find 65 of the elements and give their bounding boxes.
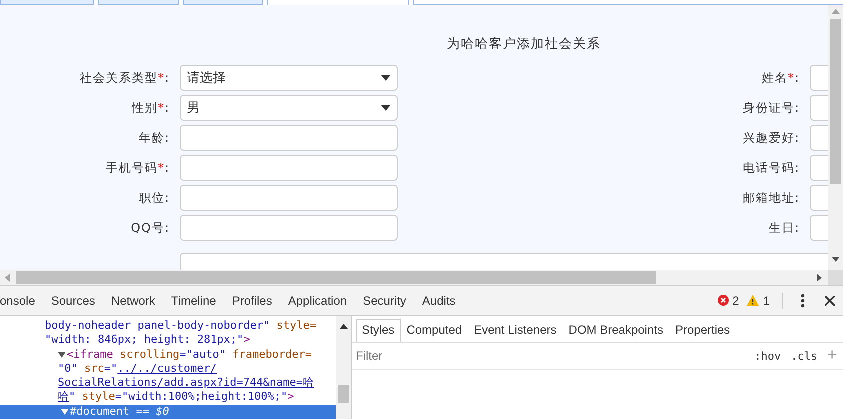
input-field[interactable] bbox=[180, 185, 398, 211]
code-line: <iframe scrolling="auto" frameborder= bbox=[67, 348, 312, 362]
tab[interactable] bbox=[183, 0, 263, 5]
devtools-tab[interactable]: Network bbox=[103, 286, 164, 314]
field-label: 生日: bbox=[768, 220, 800, 237]
input-field[interactable] bbox=[180, 155, 398, 181]
warning-icon bbox=[747, 295, 760, 306]
close-icon[interactable] bbox=[825, 296, 835, 306]
scrollbar-corner bbox=[828, 270, 843, 285]
field-label: 邮箱地址: bbox=[742, 190, 800, 207]
styles-tab[interactable]: Computed bbox=[400, 319, 468, 342]
field-label: 姓名*: bbox=[762, 70, 800, 87]
hov-toggle[interactable]: :hov bbox=[754, 350, 782, 362]
code-line: body-noheader panel-body-noborder" style= bbox=[45, 319, 317, 334]
devtools-tab[interactable]: Timeline bbox=[163, 286, 224, 314]
styles-tab[interactable]: Event Listeners bbox=[468, 319, 563, 342]
tab[interactable] bbox=[98, 0, 179, 5]
styles-tab[interactable]: Properties bbox=[669, 319, 736, 342]
scroll-left-arrow-icon[interactable] bbox=[5, 274, 10, 282]
caret-icon bbox=[381, 75, 391, 81]
scrollbar-thumb[interactable] bbox=[16, 271, 656, 284]
field-label: 身份证号: bbox=[742, 100, 800, 117]
code-line: SocialRelations/add.aspx?id=744&name=哈 bbox=[58, 376, 314, 390]
warning-count: 1 bbox=[763, 294, 770, 308]
field-label: 社会关系类型*: bbox=[80, 70, 170, 87]
caret-icon bbox=[381, 105, 391, 111]
input-field[interactable] bbox=[180, 215, 398, 241]
devtools-tab[interactable]: Profiles bbox=[224, 286, 280, 314]
styles-tab[interactable]: DOM Breakpoints bbox=[562, 319, 670, 342]
error-icon bbox=[718, 295, 729, 306]
code-line: 哈" style="width:100%;height:100%;"> bbox=[58, 390, 294, 405]
expand-arrow-icon[interactable] bbox=[61, 408, 69, 416]
error-count: 2 bbox=[732, 294, 740, 308]
devtools-tab[interactable]: Security bbox=[355, 286, 414, 314]
form-title: 为哈哈客户添加社会关系 bbox=[447, 36, 601, 54]
devtools-tab[interactable]: Sources bbox=[43, 286, 104, 314]
scroll-up-arrow-icon[interactable] bbox=[340, 324, 348, 329]
code-line: "0" src="../../customer/ bbox=[58, 362, 217, 376]
tab[interactable] bbox=[0, 0, 94, 5]
styles-tab[interactable]: Styles bbox=[356, 319, 401, 342]
scrollbar-thumb[interactable] bbox=[830, 19, 841, 184]
code-line: "width: 846px; height: 281px;"> bbox=[45, 333, 250, 348]
field-label: 年龄: bbox=[138, 130, 170, 147]
scroll-right-arrow-icon[interactable] bbox=[817, 274, 822, 282]
input-field[interactable] bbox=[180, 125, 398, 151]
devtools-tab[interactable]: onsole bbox=[0, 286, 44, 314]
expand-arrow-icon[interactable] bbox=[58, 350, 66, 359]
scrollbar-thumb[interactable] bbox=[338, 385, 349, 403]
field-label: 职位: bbox=[138, 190, 170, 207]
code-line: #document == $0 bbox=[70, 404, 170, 419]
field-label: 电话号码: bbox=[742, 160, 800, 177]
tab[interactable] bbox=[267, 0, 409, 5]
field-label: 兴趣爱好: bbox=[742, 130, 800, 147]
scroll-down-arrow-icon[interactable] bbox=[832, 257, 840, 262]
field-label: 性别*: bbox=[132, 100, 170, 117]
cls-toggle[interactable]: .cls bbox=[791, 350, 818, 362]
select-field[interactable]: 请选择 bbox=[180, 65, 398, 91]
devtools-tab[interactable]: Application bbox=[280, 286, 356, 314]
field-label: QQ号: bbox=[131, 220, 170, 237]
filter-field[interactable]: Filter bbox=[356, 349, 745, 363]
more-options-icon[interactable] bbox=[801, 294, 805, 308]
select-field[interactable]: 男 bbox=[180, 95, 398, 121]
selected-row[interactable]: #document == $0 bbox=[0, 404, 336, 419]
devtools-tab[interactable]: Audits bbox=[414, 286, 464, 314]
field-label: 手机号码*: bbox=[106, 160, 170, 177]
